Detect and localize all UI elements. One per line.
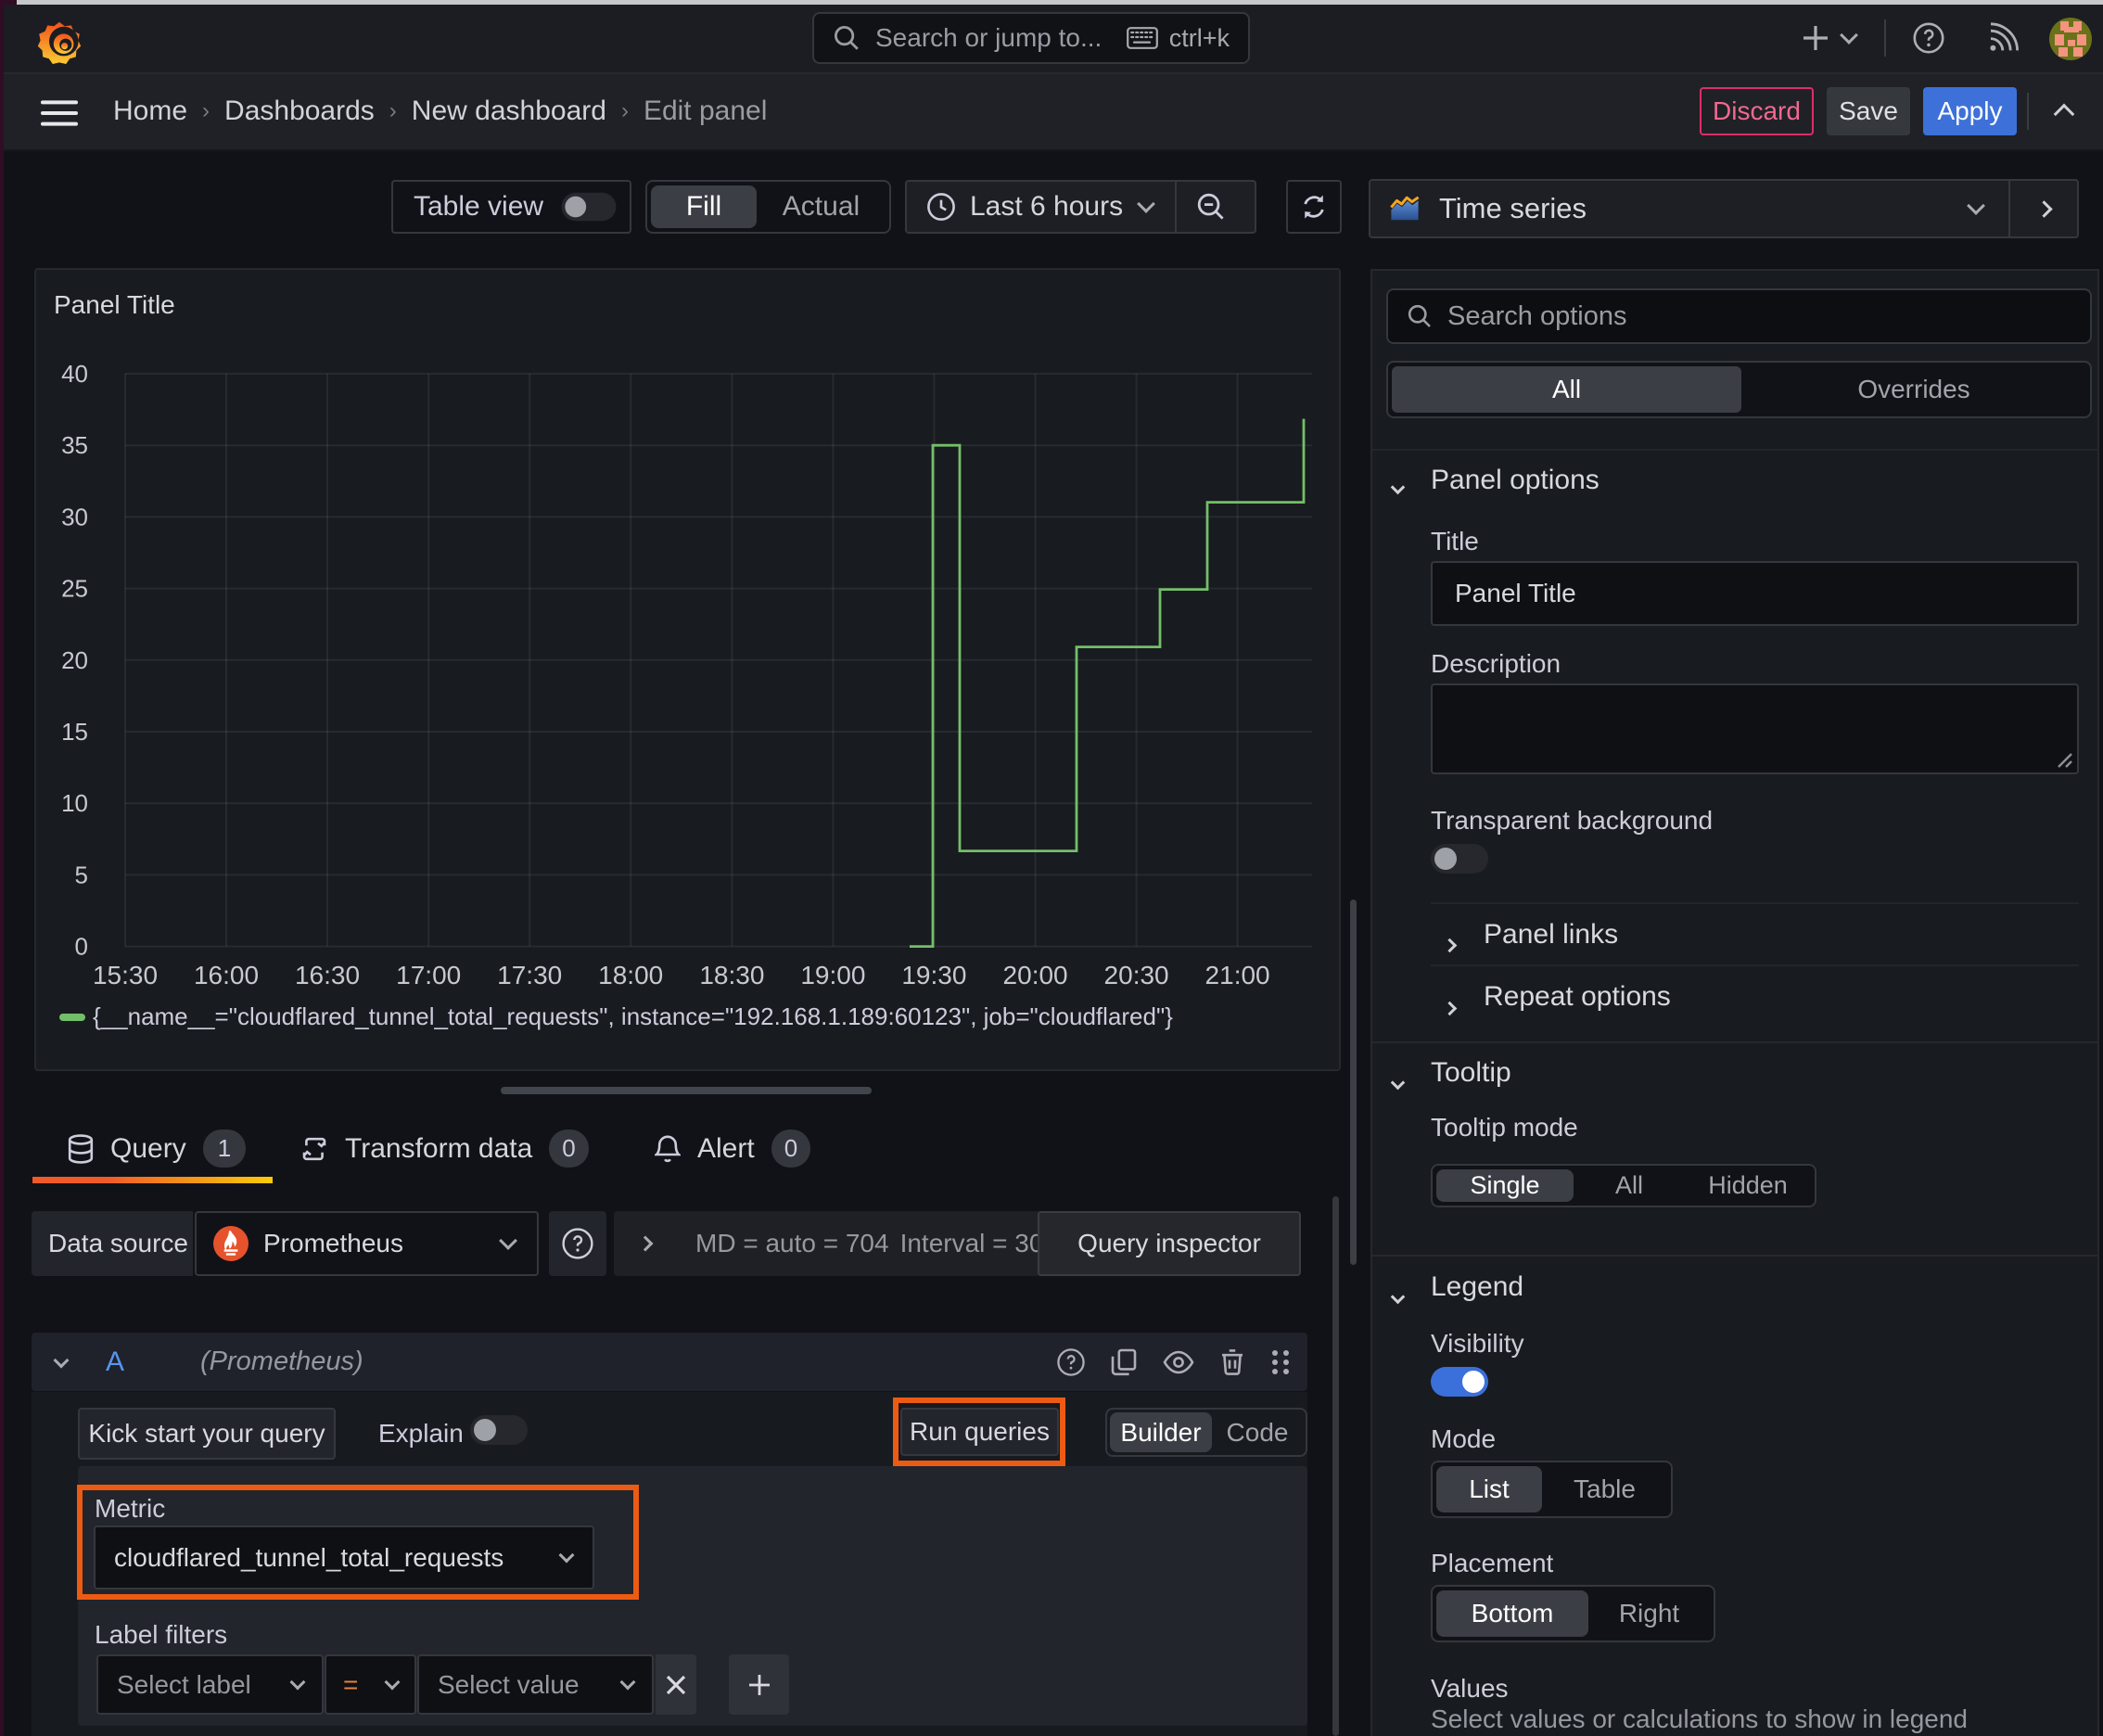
svg-text:25: 25 — [61, 575, 88, 603]
svg-text:40: 40 — [61, 360, 88, 388]
svg-text:30: 30 — [61, 503, 88, 530]
svg-text:19:00: 19:00 — [800, 961, 865, 989]
svg-text:18:00: 18:00 — [598, 961, 663, 989]
svg-text:20: 20 — [61, 646, 88, 674]
svg-text:18:30: 18:30 — [699, 961, 764, 989]
svg-text:17:30: 17:30 — [497, 961, 562, 989]
svg-text:16:00: 16:00 — [194, 961, 259, 989]
svg-text:20:00: 20:00 — [1003, 961, 1068, 989]
svg-text:5: 5 — [75, 861, 88, 888]
svg-text:10: 10 — [61, 789, 88, 817]
svg-text:0: 0 — [75, 933, 88, 961]
svg-text:16:30: 16:30 — [295, 961, 360, 989]
svg-text:15:30: 15:30 — [93, 961, 158, 989]
svg-text:21:00: 21:00 — [1205, 961, 1270, 989]
svg-text:15: 15 — [61, 718, 88, 746]
svg-text:19:30: 19:30 — [901, 961, 966, 989]
svg-text:20:30: 20:30 — [1104, 961, 1169, 989]
svg-text:17:00: 17:00 — [396, 961, 461, 989]
svg-text:35: 35 — [61, 431, 88, 459]
